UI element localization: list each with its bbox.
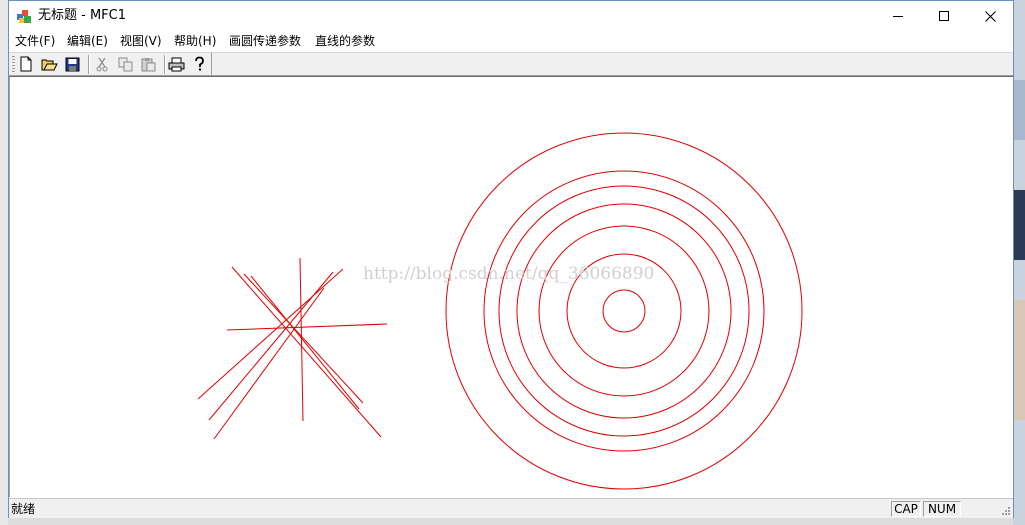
cut-button[interactable] <box>92 55 112 73</box>
help-button[interactable] <box>189 55 209 73</box>
menu-file[interactable]: 文件(F) <box>15 34 55 49</box>
open-button[interactable] <box>39 55 59 73</box>
title-bar[interactable]: 无标题 - MFC1 <box>9 1 1013 31</box>
help-icon <box>195 56 204 71</box>
drawn-circle <box>516 203 732 419</box>
new-button[interactable] <box>16 55 36 73</box>
toolbar <box>9 52 1013 76</box>
paste-icon <box>141 57 155 71</box>
open-folder-icon <box>41 59 58 70</box>
status-message: 就绪 <box>11 502 36 516</box>
drawn-circle <box>483 170 765 452</box>
toolbar-separator <box>88 55 90 74</box>
drawn-circle <box>538 225 710 397</box>
drawn-line <box>231 266 382 438</box>
drawn-line <box>213 287 325 440</box>
drawing-svg: http://blog.csdn.net/qq_36066890 <box>197 132 803 490</box>
num-lock-indicator: NUM <box>923 501 961 517</box>
drawn-circle <box>602 289 646 333</box>
close-icon <box>984 10 996 22</box>
drawn-line <box>250 275 360 410</box>
maximize-icon <box>939 11 949 21</box>
drawn-line <box>208 271 334 421</box>
new-file-icon <box>20 56 32 72</box>
save-icon <box>65 57 79 71</box>
menu-edit[interactable]: 编辑(E) <box>67 34 108 49</box>
toolbar-grip[interactable] <box>12 56 15 73</box>
cut-icon <box>96 57 108 71</box>
watermark-text: http://blog.csdn.net/qq_36066890 <box>363 264 654 284</box>
status-bar: 就绪 CAP NUM <box>9 498 1013 518</box>
drawn-line <box>197 268 344 400</box>
copy-button[interactable] <box>115 55 135 73</box>
size-grip-icon[interactable] <box>999 504 1011 516</box>
print-button[interactable] <box>166 55 186 73</box>
background-desktop-left <box>0 0 8 525</box>
menu-view[interactable]: 视图(V) <box>120 34 162 49</box>
maximize-button[interactable] <box>921 1 967 31</box>
mfc-app-icon <box>17 10 31 23</box>
menu-line-params[interactable]: 直线的参数 <box>315 34 375 49</box>
menu-bar: 文件(F) 编辑(E) 视图(V) 帮助(H) 画圆传递参数 直线的参数 <box>9 31 1013 52</box>
background-desktop-right <box>1013 0 1025 525</box>
drawn-line <box>226 323 388 331</box>
minimize-icon <box>893 16 903 17</box>
toolbar-end-border <box>211 53 212 76</box>
drawn-circle <box>498 185 750 437</box>
paste-button[interactable] <box>138 55 158 73</box>
drawn-line <box>243 273 364 404</box>
copy-icon <box>118 57 132 71</box>
close-button[interactable] <box>967 1 1013 31</box>
minimize-button[interactable] <box>875 1 921 31</box>
menu-help[interactable]: 帮助(H) <box>174 34 216 49</box>
menu-circle-params[interactable]: 画圆传递参数 <box>229 34 301 49</box>
drawing-canvas[interactable]: http://blog.csdn.net/qq_36066890 <box>9 76 1013 497</box>
app-window: 无标题 - MFC1 文件(F) 编辑(E) 视图(V) 帮助(H) 画圆传递参… <box>8 0 1014 518</box>
save-button[interactable] <box>62 55 82 73</box>
window-title: 无标题 - MFC1 <box>38 8 126 23</box>
print-icon <box>168 57 184 71</box>
caps-lock-indicator: CAP <box>891 501 921 517</box>
